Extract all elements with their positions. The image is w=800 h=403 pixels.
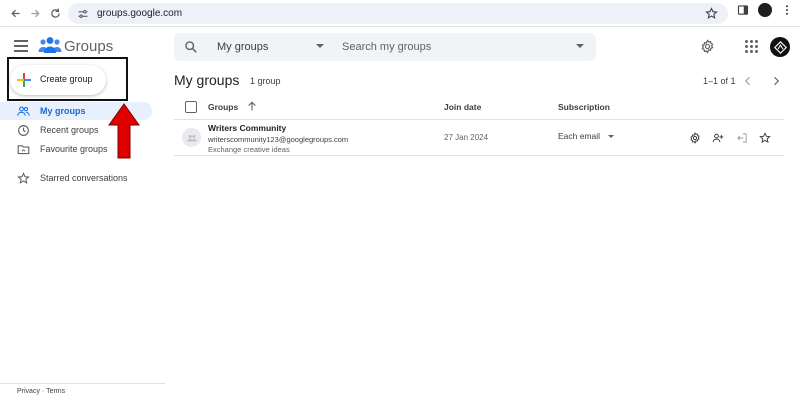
back-arrow-icon[interactable] [4, 2, 26, 24]
join-date: 27 Jan 2024 [444, 133, 489, 142]
search-scope-select[interactable]: My groups [217, 41, 268, 53]
plus-icon [17, 73, 31, 87]
address-bar[interactable]: groups.google.com [68, 3, 728, 24]
chevron-down-icon[interactable] [316, 44, 324, 48]
favourite-star-icon[interactable] [759, 132, 771, 144]
chevron-right-icon[interactable] [770, 75, 782, 87]
product-name: Groups [64, 38, 114, 55]
more-vert-icon[interactable] [780, 3, 794, 17]
main-menu-icon[interactable] [14, 40, 28, 52]
browser-toolbar: groups.google.com [0, 0, 800, 27]
sidebar-item-starred-conversations[interactable]: Starred conversations [0, 169, 152, 187]
table-row[interactable]: Writers Community writerscommunity123@go… [174, 120, 784, 156]
page-title: My groups [174, 72, 240, 88]
group-description: Exchange creative ideas [208, 145, 290, 154]
privacy-link[interactable]: Privacy [17, 388, 40, 395]
bookmark-star-icon[interactable] [705, 7, 718, 20]
apps-grid-icon[interactable] [745, 40, 758, 53]
sidebar-item-label: Starred conversations [40, 173, 128, 183]
sidebar-item-label: Favourite groups [40, 144, 108, 154]
url-text: groups.google.com [97, 8, 183, 19]
group-settings-gear-icon[interactable] [689, 132, 701, 144]
folder-icon [17, 145, 30, 155]
table-header: Groups Join date Subscription [174, 96, 784, 120]
group-avatar [182, 128, 201, 147]
terms-link[interactable]: Terms [46, 388, 65, 395]
people-icon [17, 106, 30, 116]
group-name[interactable]: Writers Community [208, 123, 286, 133]
gear-icon[interactable] [700, 39, 715, 54]
star-icon [17, 172, 30, 184]
subscription-select[interactable]: Each email [558, 131, 600, 141]
browser-profile-avatar[interactable] [758, 3, 772, 17]
sort-arrow-up-icon[interactable] [246, 100, 258, 112]
column-header-groups[interactable]: Groups [208, 102, 238, 112]
search-options-chevron-icon[interactable] [576, 44, 584, 48]
create-group-button[interactable]: Create group [10, 65, 106, 95]
chevron-down-icon[interactable] [608, 135, 614, 138]
account-logo-icon [773, 40, 787, 54]
site-settings-icon[interactable] [77, 8, 89, 20]
group-count: 1 group [250, 76, 281, 86]
column-header-join-date: Join date [444, 102, 482, 112]
sidebar-divider [0, 383, 165, 384]
groups-logo-icon [38, 37, 62, 53]
red-arrow-annotation [108, 103, 140, 159]
sidebar-item-label: My groups [40, 106, 86, 116]
reload-icon[interactable] [44, 2, 66, 24]
leave-group-icon[interactable] [736, 132, 748, 144]
group-people-icon [186, 134, 197, 141]
add-person-icon[interactable] [712, 132, 724, 144]
chevron-left-icon[interactable] [742, 75, 754, 87]
sidebar-item-label: Recent groups [40, 125, 99, 135]
search-icon[interactable] [184, 40, 198, 54]
account-avatar[interactable] [770, 37, 790, 57]
footer-links: Privacy · Terms [17, 388, 65, 395]
search-bar: My groups [174, 33, 596, 61]
clock-icon [18, 125, 29, 136]
pagination-text: 1–1 of 1 [703, 76, 736, 86]
select-all-checkbox[interactable] [185, 101, 197, 113]
group-email: writerscommunity123@googlegroups.com [208, 135, 349, 144]
forward-arrow-icon[interactable] [24, 2, 46, 24]
search-input[interactable] [342, 38, 562, 56]
create-group-label: Create group [40, 74, 93, 84]
side-panel-icon[interactable] [736, 3, 750, 17]
column-header-subscription: Subscription [558, 102, 610, 112]
